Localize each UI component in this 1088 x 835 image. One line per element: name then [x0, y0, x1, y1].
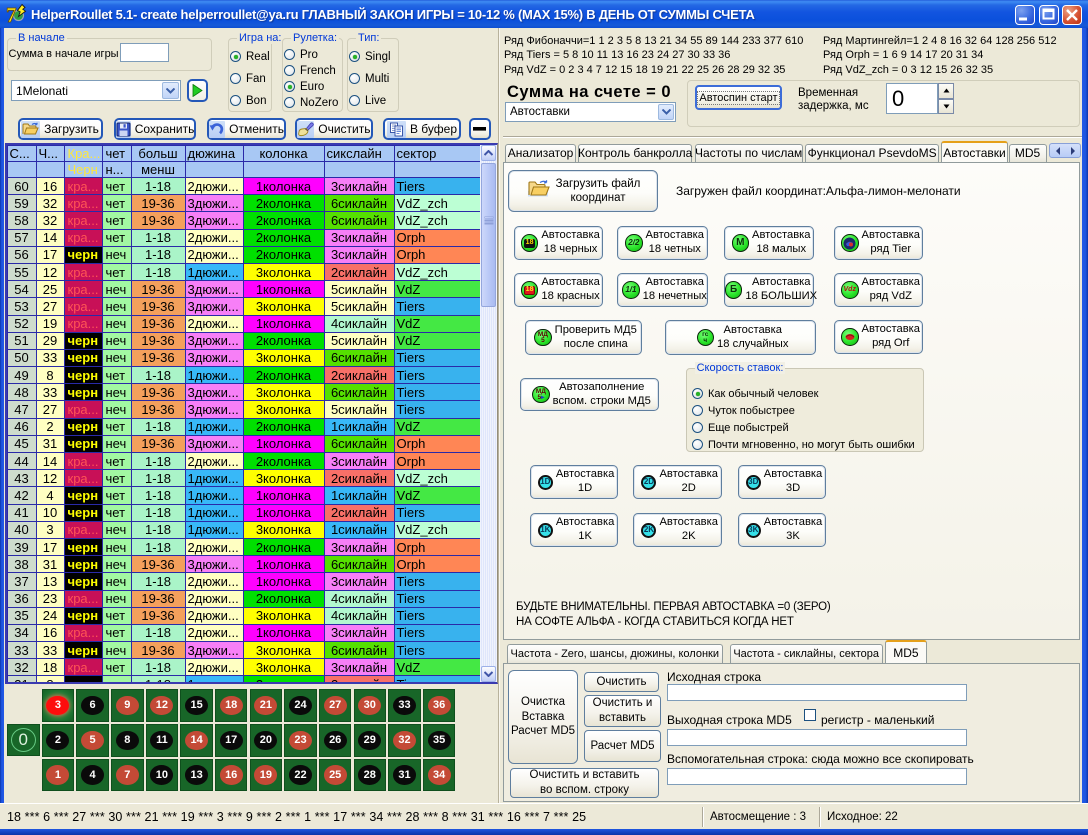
svg-text:7: 7: [6, 3, 17, 26]
